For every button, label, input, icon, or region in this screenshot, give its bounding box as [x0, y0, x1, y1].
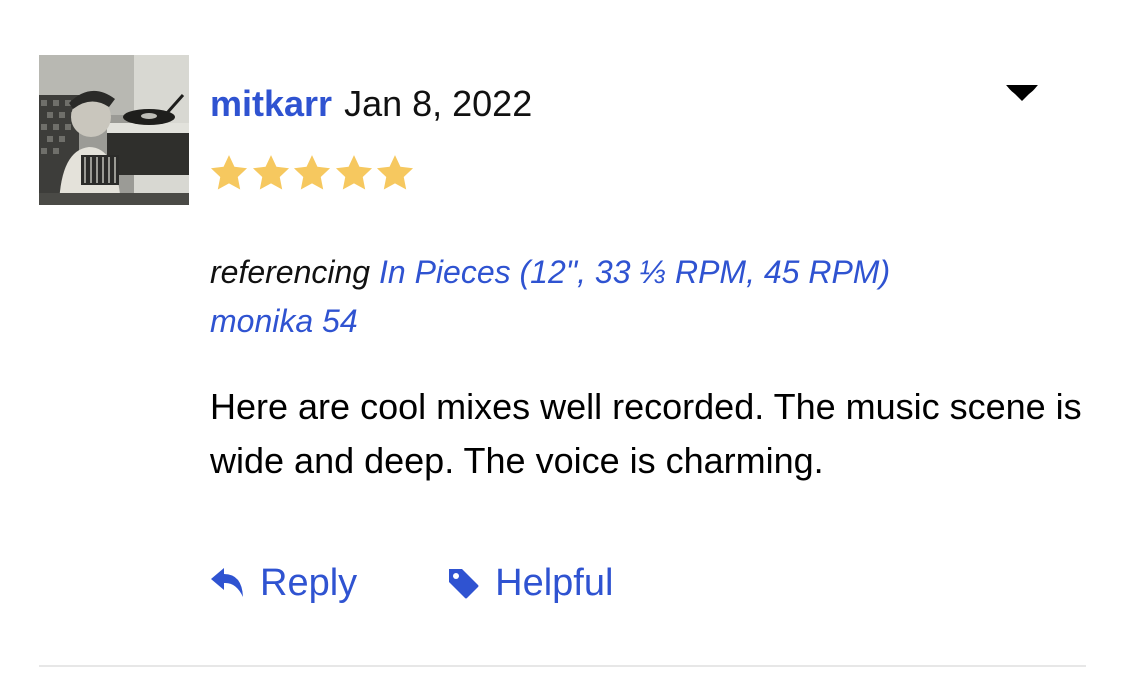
referencing-block: referencing In Pieces (12", 33 ⅓ RPM, 45…: [210, 248, 1070, 346]
star-icon: [335, 155, 372, 190]
review-card: mitkarr Jan 8, 2022 referencing In Piece…: [0, 0, 1125, 675]
referencing-label: referencing: [210, 254, 371, 290]
reply-arrow-icon: [208, 563, 248, 603]
artist-link[interactable]: monika 54: [210, 303, 358, 339]
review-menu-button[interactable]: [1000, 78, 1044, 108]
chevron-down-icon: [1006, 85, 1038, 101]
star-icon: [252, 155, 289, 190]
review-body: Here are cool mixes well recorded. The m…: [210, 386, 1082, 481]
star-rating: [208, 152, 416, 196]
tag-icon: [443, 563, 483, 603]
divider: [39, 665, 1086, 667]
star-icon: [210, 155, 248, 190]
avatar[interactable]: [39, 55, 189, 205]
review-date: Jan 8, 2022: [344, 83, 533, 124]
review-actions: Reply Helpful: [208, 556, 613, 610]
helpful-label: Helpful: [495, 561, 614, 604]
star-icon: [376, 155, 414, 190]
release-link[interactable]: In Pieces (12", 33 ⅓ RPM, 45 RPM): [379, 254, 890, 290]
helpful-button[interactable]: Helpful: [443, 562, 613, 605]
avatar-photo: [39, 55, 189, 205]
star-icon: [293, 155, 331, 190]
review-header: mitkarr Jan 8, 2022: [210, 80, 532, 128]
reply-label: Reply: [260, 561, 358, 604]
reply-button[interactable]: Reply: [208, 562, 357, 605]
username-link[interactable]: mitkarr: [210, 83, 332, 125]
